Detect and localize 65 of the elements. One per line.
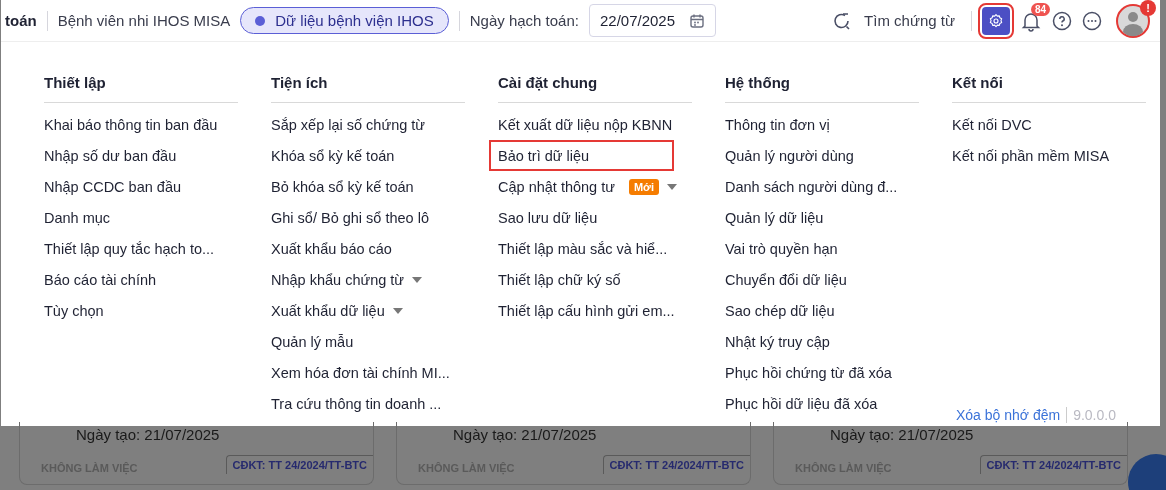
- regime-tag: CĐKT: TT 24/2024/TT-BTC: [979, 455, 1127, 474]
- menu-item[interactable]: Thông tin đơn vị: [716, 109, 910, 140]
- clear-cache-link[interactable]: Xóa bộ nhớ đệm: [956, 407, 1061, 423]
- menu-item[interactable]: Phục hồi chứng từ đã xóa: [716, 357, 910, 388]
- new-badge: Mới: [628, 178, 659, 195]
- alert-badge: !: [1140, 0, 1156, 16]
- caret-icon: [412, 276, 423, 283]
- menu-item[interactable]: Thiết lập cấu hình gửi em...: [489, 295, 683, 326]
- regime-tag: CĐKT: TT 24/2024/TT-BTC: [602, 455, 750, 474]
- menu-item[interactable]: Thiết lập chữ ký số: [489, 264, 683, 295]
- created-date: Ngày tạo: 21/07/2025: [452, 425, 598, 443]
- data-source-chip[interactable]: Dữ liệu bệnh viện IHOS: [240, 7, 449, 34]
- menu-item[interactable]: Tra cứu thông tin doanh ...: [262, 388, 456, 419]
- menu-item[interactable]: Kết xuất dữ liệu nộp KBNN: [489, 109, 683, 140]
- help-icon[interactable]: [1052, 10, 1072, 31]
- menu-item[interactable]: Xem hóa đơn tài chính MI...: [262, 357, 456, 388]
- menu-section-title: Tiện ích: [271, 74, 465, 103]
- menu-item[interactable]: Bảo trì dữ liệu: [489, 140, 674, 171]
- date-field[interactable]: 22/07/2025: [588, 4, 717, 37]
- created-date: Ngày tạo: 21/07/2025: [829, 425, 975, 443]
- menu-item[interactable]: Vai trò quyền hạn: [716, 233, 910, 264]
- menu-item[interactable]: Sắp xếp lại số chứng từ: [262, 109, 456, 140]
- search-documents-button[interactable]: Tìm chứng từ: [826, 9, 961, 32]
- menu-item[interactable]: Danh mục: [35, 202, 229, 233]
- menu-item[interactable]: Sao chép dữ liệu: [716, 295, 910, 326]
- created-date: Ngày tạo: 21/07/2025: [75, 425, 221, 443]
- menu-item[interactable]: Sao lưu dữ liệu: [489, 202, 683, 233]
- menu-item[interactable]: Ghi sổ/ Bỏ ghi sổ theo lô: [262, 202, 456, 233]
- menu-section-title: Kết nối: [952, 74, 1146, 103]
- menu-item[interactable]: Tùy chọn: [35, 295, 229, 326]
- menu-item[interactable]: Phục hồi dữ liệu đã xóa: [716, 388, 910, 419]
- menu-item[interactable]: Nhập số dư ban đầu: [35, 140, 229, 171]
- menu-item[interactable]: Quản lý người dùng: [716, 140, 910, 171]
- menu-item[interactable]: Quản lý mẫu: [262, 326, 456, 357]
- menu-item[interactable]: Kết nối DVC: [943, 109, 1137, 140]
- menu-item[interactable]: Kết nối phần mềm MISA: [943, 140, 1137, 171]
- version-text: 9.0.0.0: [1073, 407, 1116, 423]
- regime-tag: CĐKT: TT 24/2024/TT-BTC: [225, 455, 373, 474]
- menu-item[interactable]: Quản lý dữ liệu: [716, 202, 910, 233]
- menu-section-title: Thiết lập: [44, 74, 238, 103]
- menu-item[interactable]: Xuất khẩu dữ liệu: [262, 295, 456, 326]
- app-title: toán: [5, 12, 37, 29]
- menu-item[interactable]: Danh sách người dùng đ...: [716, 171, 910, 202]
- menu-item[interactable]: Nhập CCDC ban đầu: [35, 171, 229, 202]
- caret-icon: [392, 307, 403, 314]
- menu-section-title: Hệ thống: [725, 74, 919, 103]
- more-icon[interactable]: [1082, 10, 1102, 31]
- unit-name: Bệnh viên nhi IHOS MISA: [57, 12, 231, 29]
- menu-item[interactable]: Xuất khẩu báo cáo: [262, 233, 456, 264]
- menu-item[interactable]: Nhập khẩu chứng từ: [262, 264, 456, 295]
- menu-item[interactable]: Nhật ký truy cập: [716, 326, 910, 357]
- menu-item[interactable]: Báo cáo tài chính: [35, 264, 229, 295]
- date-label: Ngày hạch toán:: [469, 12, 579, 29]
- notification-badge: 84: [1031, 2, 1051, 16]
- menu-item[interactable]: Cập nhật thông tư Mới: [489, 171, 683, 202]
- caret-icon: [667, 183, 677, 190]
- calendar-icon: [689, 12, 706, 29]
- menu-item[interactable]: Khóa sổ kỳ kế toán: [262, 140, 456, 171]
- menu-item[interactable]: Bỏ khóa sổ kỳ kế toán: [262, 171, 456, 202]
- menu-item[interactable]: Thiết lập màu sắc và hiể...: [489, 233, 683, 264]
- menu-item[interactable]: Khai báo thông tin ban đầu: [35, 109, 229, 140]
- menu-item[interactable]: Chuyển đổi dữ liệu: [716, 264, 910, 295]
- menu-item[interactable]: Thiết lập quy tắc hạch to...: [35, 233, 229, 264]
- gear-icon: [988, 11, 1004, 30]
- menu-section-title: Cài đặt chung: [498, 74, 692, 103]
